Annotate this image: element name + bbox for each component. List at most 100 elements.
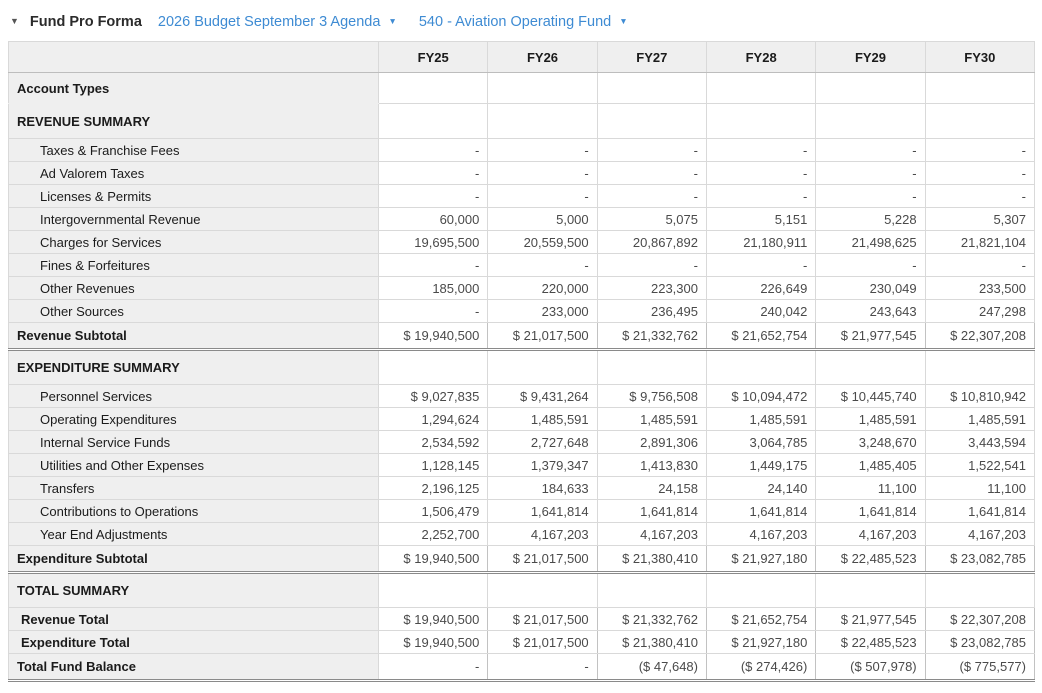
chevron-down-icon: ▼ [619, 16, 628, 27]
table-row: Expenditure Subtotal $ 19,940,500 $ 21,017… [8, 545, 1036, 574]
row-label: Ad Valorem Taxes [8, 161, 379, 185]
cell-value: 1,413,830 [596, 453, 707, 477]
cell-value: 4,167,203 [487, 522, 598, 546]
cell-value: $ 21,332,762 [596, 607, 707, 631]
cell-value: 243,643 [815, 299, 926, 323]
row-label: Revenue Subtotal [8, 322, 379, 351]
cell-value: 226,649 [705, 276, 817, 300]
cell-value [705, 572, 817, 608]
cell-value: - [596, 184, 707, 208]
cell-value [924, 103, 1036, 139]
row-label: TOTAL SUMMARY [8, 572, 379, 608]
cell-value: 2,196,125 [377, 476, 489, 500]
cell-value: $ 9,431,264 [487, 384, 598, 408]
cell-value: - [487, 161, 598, 185]
cell-value: 11,100 [924, 476, 1036, 500]
cell-value: $ 21,652,754 [705, 322, 817, 351]
cell-value: 220,000 [487, 276, 598, 300]
column-header-fy29: FY29 [815, 41, 926, 73]
cell-value [815, 103, 926, 139]
cell-value: 1,379,347 [487, 453, 598, 477]
table-row: Year End Adjustments 2,252,700 4,167,203 4,… [8, 522, 1036, 546]
cell-value: 2,534,592 [377, 430, 489, 454]
cell-value: 1,449,175 [705, 453, 817, 477]
cell-value: 3,248,670 [815, 430, 926, 454]
cell-value: 230,049 [815, 276, 926, 300]
cell-value: $ 21,017,500 [487, 545, 598, 574]
cell-value: 2,252,700 [377, 522, 489, 546]
cell-value: - [377, 184, 489, 208]
cell-value: $ 10,094,472 [705, 384, 817, 408]
cell-value [815, 572, 926, 608]
cell-value: - [815, 184, 926, 208]
cell-value: - [377, 138, 489, 162]
table-row: Intergovernmental Revenue 60,000 5,000 5,07… [8, 207, 1036, 231]
cell-value [487, 572, 598, 608]
cell-value: 4,167,203 [705, 522, 817, 546]
cell-value: - [377, 253, 489, 277]
row-label: Account Types [8, 72, 379, 104]
cell-value [487, 349, 598, 385]
cell-value [705, 103, 817, 139]
row-label: Operating Expenditures [8, 407, 379, 431]
table-row: Fines & Forfeitures - - - - - - [8, 253, 1036, 277]
cell-value: ($ 274,426) [705, 653, 817, 682]
cell-value: 223,300 [596, 276, 707, 300]
cell-value: 4,167,203 [924, 522, 1036, 546]
cell-value [596, 349, 707, 385]
cell-value: 233,500 [924, 276, 1036, 300]
cell-value [815, 72, 926, 104]
cell-value: 1,506,479 [377, 499, 489, 523]
cell-value: 1,641,814 [924, 499, 1036, 523]
cell-value [377, 72, 489, 104]
table-row: EXPENDITURE SUMMARY [8, 349, 1036, 385]
cell-value [815, 349, 926, 385]
cell-value: $ 19,940,500 [377, 545, 489, 574]
cell-value: - [596, 161, 707, 185]
cell-value: $ 21,017,500 [487, 607, 598, 631]
row-label: Year End Adjustments [8, 522, 379, 546]
cell-value: 1,522,541 [924, 453, 1036, 477]
cell-value: 21,821,104 [924, 230, 1036, 254]
cell-value: 3,443,594 [924, 430, 1036, 454]
cell-value: 24,140 [705, 476, 817, 500]
pro-forma-table-container: FY25 FY26 FY27 FY28 FY29 FY30 Account Ty… [8, 41, 1036, 682]
row-label: Charges for Services [8, 230, 379, 254]
cell-value: $ 22,307,208 [924, 322, 1036, 351]
cell-value: 5,228 [815, 207, 926, 231]
table-row: Utilities and Other Expenses 1,128,145 1,3… [8, 453, 1036, 477]
collapse-section-icon[interactable]: ▼ [10, 17, 19, 26]
column-header-fy25: FY25 [377, 41, 489, 73]
cell-value [487, 103, 598, 139]
cell-value: - [705, 161, 817, 185]
row-label: Taxes & Franchise Fees [8, 138, 379, 162]
table-row: Taxes & Franchise Fees - - - - - - [8, 138, 1036, 162]
cell-value: $ 10,810,942 [924, 384, 1036, 408]
cell-value: 1,641,814 [596, 499, 707, 523]
cell-value [924, 572, 1036, 608]
cell-value: - [705, 138, 817, 162]
table-header-row: FY25 FY26 FY27 FY28 FY29 FY30 [8, 41, 1036, 73]
fund-selector-dropdown[interactable]: 540 - Aviation Operating Fund ▼ [419, 14, 628, 30]
cell-value: $ 21,017,500 [487, 630, 598, 654]
row-label: Other Sources [8, 299, 379, 323]
table-row: Revenue Subtotal $ 19,940,500 $ 21,017,500… [8, 322, 1036, 351]
column-header-fy30: FY30 [924, 41, 1036, 73]
cell-value: - [705, 184, 817, 208]
cell-value: ($ 507,978) [815, 653, 926, 682]
cell-value: 1,485,591 [596, 407, 707, 431]
cell-value: 240,042 [705, 299, 817, 323]
table-row: Personnel Services $ 9,027,835 $ 9,431,264… [8, 384, 1036, 408]
row-label: Expenditure Total [8, 630, 379, 654]
cell-value: 2,891,306 [596, 430, 707, 454]
cell-value: - [487, 653, 598, 682]
cell-value: ($ 47,648) [596, 653, 707, 682]
cell-value: $ 10,445,740 [815, 384, 926, 408]
row-label: Internal Service Funds [8, 430, 379, 454]
cell-value: - [924, 253, 1036, 277]
cell-value: 184,633 [487, 476, 598, 500]
cell-value: 11,100 [815, 476, 926, 500]
cell-value: 247,298 [924, 299, 1036, 323]
budget-selector-dropdown[interactable]: 2026 Budget September 3 Agenda ▼ [158, 14, 397, 30]
cell-value: - [596, 253, 707, 277]
